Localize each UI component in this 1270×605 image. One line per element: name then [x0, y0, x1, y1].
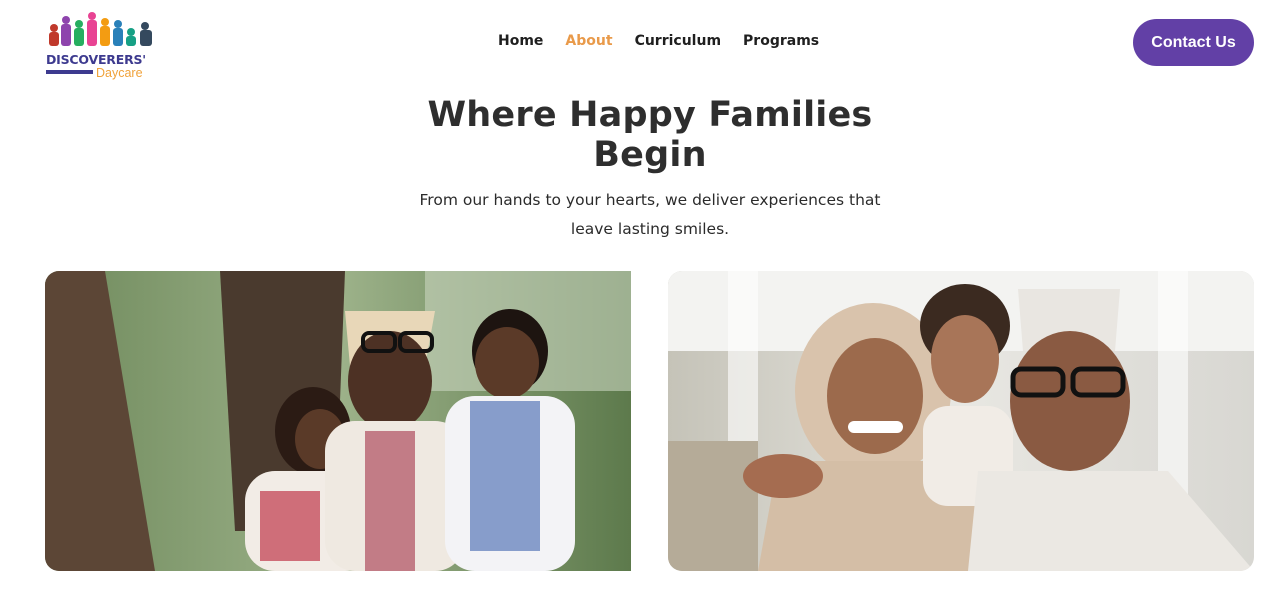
nav-item-home[interactable]: Home	[498, 32, 543, 51]
family-photo-left	[45, 271, 631, 571]
logo-children-icon	[49, 12, 152, 46]
page: DISCOVERERS' Daycare Home About Curricul…	[0, 0, 1270, 605]
title-line-2: Begin	[593, 135, 707, 175]
brand-sub: Daycare	[96, 66, 143, 80]
subtitle-line-2: leave lasting smiles.	[570, 220, 730, 238]
page-title: Where Happy Families Begin	[400, 95, 900, 175]
family-photo-right	[668, 271, 1254, 571]
main-nav: Home About Curriculum Programs	[498, 32, 841, 51]
nav-item-curriculum[interactable]: Curriculum	[635, 32, 721, 51]
brand-logo[interactable]: DISCOVERERS' Daycare	[45, 10, 160, 82]
nav-item-about[interactable]: About	[565, 32, 612, 51]
title-line-1: Where Happy Families	[427, 95, 873, 135]
contact-us-button[interactable]: Contact Us	[1133, 19, 1254, 66]
logo-bar	[46, 70, 93, 74]
page-subtitle: From our hands to your hearts, we delive…	[400, 186, 900, 244]
subtitle-line-1: From our hands to your hearts, we delive…	[419, 191, 881, 209]
brand-name: DISCOVERERS'	[46, 52, 146, 67]
nav-item-programs[interactable]: Programs	[743, 32, 819, 51]
